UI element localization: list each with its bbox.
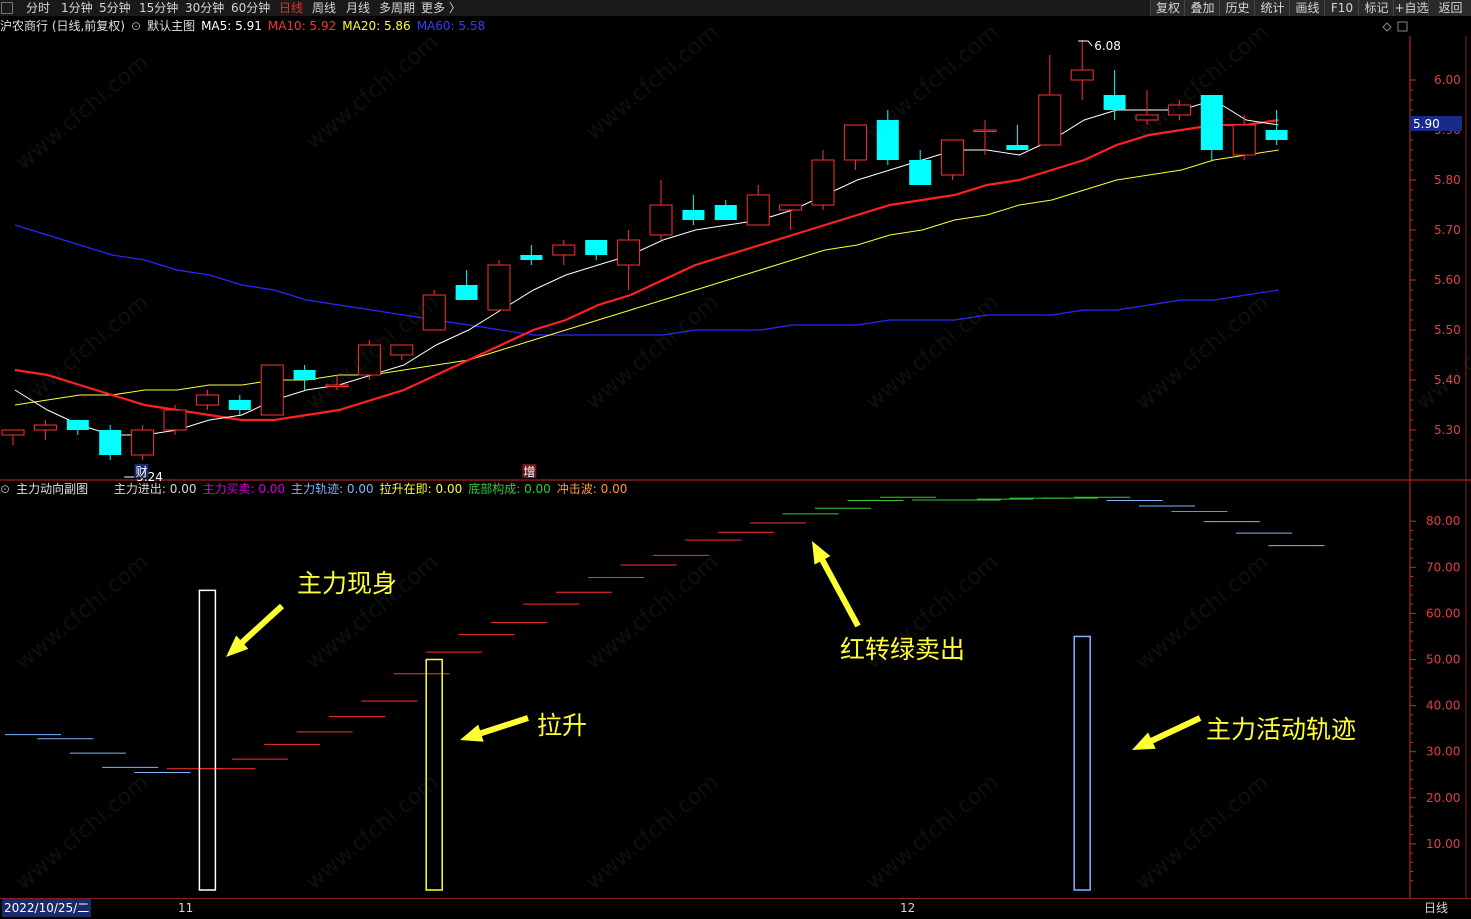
candle-body-down bbox=[293, 370, 316, 380]
price-label: 5.60 bbox=[1434, 273, 1461, 287]
main-force-bar bbox=[198, 589, 217, 891]
event-marker-finance: 财 bbox=[136, 465, 148, 479]
candle-body-up bbox=[1070, 69, 1094, 81]
month-label-12: 12 bbox=[900, 901, 916, 915]
high-price-label: 6.08 bbox=[1094, 39, 1121, 53]
ma10-line bbox=[14, 118, 1279, 422]
arrow-main-force-appears bbox=[226, 603, 285, 657]
candle-body-down bbox=[455, 285, 478, 300]
ma5-line bbox=[14, 99, 1279, 436]
candle-body-down bbox=[909, 160, 932, 185]
candle-body-up bbox=[260, 364, 284, 416]
price-tag-label: 5.90 bbox=[1413, 117, 1440, 131]
panel-diamond-icon bbox=[1382, 22, 1392, 32]
candle-body-up bbox=[1135, 114, 1159, 121]
high-marker-arrow bbox=[1078, 40, 1093, 47]
candle-body-up bbox=[746, 194, 770, 226]
candle-body-up bbox=[1167, 104, 1191, 116]
candle-body-up bbox=[1232, 124, 1256, 156]
price-label: 5.40 bbox=[1434, 373, 1461, 387]
sub-axis-label: 80.00 bbox=[1426, 514, 1460, 528]
arrow-main-force-track bbox=[1132, 715, 1202, 750]
candle-body-up bbox=[1, 429, 25, 436]
candle-body-down bbox=[66, 420, 89, 430]
sub-axis-label: 60.00 bbox=[1426, 606, 1460, 620]
candle-body-up bbox=[617, 239, 641, 266]
candle-body-down bbox=[1006, 145, 1029, 150]
candle-body-up bbox=[325, 384, 349, 387]
annotation-red-to-green-sell: 红转绿卖出 bbox=[840, 635, 966, 664]
candle-body-up bbox=[390, 344, 414, 356]
month-label-11: 11 bbox=[178, 901, 194, 915]
candle-body-down bbox=[1200, 95, 1223, 150]
price-label: 5.80 bbox=[1434, 173, 1461, 187]
main-force-bar bbox=[1073, 635, 1091, 891]
price-label: 5.50 bbox=[1434, 323, 1461, 337]
candle-body-up bbox=[195, 394, 219, 406]
sub-axis-label: 70.00 bbox=[1426, 560, 1460, 574]
period-indicator[interactable]: 日线 bbox=[1424, 899, 1448, 917]
candle-body-down bbox=[876, 120, 899, 160]
candle-body-up bbox=[33, 424, 57, 431]
candle-body-down bbox=[682, 210, 705, 220]
candle-body-up bbox=[163, 409, 187, 431]
annotation-main-force-track: 主力活动轨迹 bbox=[1206, 715, 1357, 744]
price-label: 5.30 bbox=[1434, 423, 1461, 437]
main-force-bar bbox=[425, 658, 443, 891]
candle-body-up bbox=[811, 159, 835, 206]
candle-body-down bbox=[714, 205, 737, 220]
start-date: 2022/10/25/二 bbox=[2, 899, 92, 917]
kline-chart[interactable]: 6.005.905.805.705.605.505.405.305.906.08… bbox=[0, 0, 1471, 898]
candle-body-up bbox=[552, 244, 576, 256]
candle-body-up bbox=[973, 129, 997, 132]
candle-body-down bbox=[99, 430, 122, 455]
candle-body-down bbox=[585, 240, 608, 255]
annotation-pull-up: 拉升 bbox=[537, 711, 588, 740]
candle-body-up bbox=[487, 264, 511, 311]
candle-body-up bbox=[357, 344, 381, 376]
price-label: 5.70 bbox=[1434, 223, 1461, 237]
sub-axis-label: 10.00 bbox=[1426, 837, 1460, 851]
price-label: 6.00 bbox=[1434, 73, 1461, 87]
ma60-line bbox=[14, 224, 1279, 336]
candle-body-down bbox=[228, 400, 251, 410]
bottom-date-bar: 2022/10/25/二 11 12 日线 bbox=[0, 898, 1471, 919]
candle-body-up bbox=[649, 204, 673, 236]
sub-axis-label: 20.00 bbox=[1426, 791, 1460, 805]
candle-body-down bbox=[1265, 130, 1288, 140]
sub-axis-label: 30.00 bbox=[1426, 745, 1460, 759]
event-marker-increase: 增 bbox=[523, 465, 535, 479]
annotation-main-force-appears: 主力现身 bbox=[297, 569, 398, 598]
candle-body-up bbox=[843, 124, 867, 161]
candle-body-down bbox=[1103, 95, 1126, 110]
candle-body-up bbox=[941, 139, 965, 176]
candle-body-up bbox=[1038, 94, 1062, 146]
candle-body-up bbox=[779, 204, 803, 211]
ma20-line bbox=[14, 149, 1279, 406]
candle-body-down bbox=[520, 255, 543, 260]
sub-axis-label: 40.00 bbox=[1426, 699, 1460, 713]
arrow-pull-up bbox=[460, 715, 529, 742]
panel-maximize-icon bbox=[1397, 21, 1408, 32]
sub-axis-label: 50.00 bbox=[1426, 653, 1460, 667]
candle-body-up bbox=[131, 429, 155, 456]
candle-body-up bbox=[422, 294, 446, 331]
arrow-red-to-green bbox=[812, 541, 861, 628]
